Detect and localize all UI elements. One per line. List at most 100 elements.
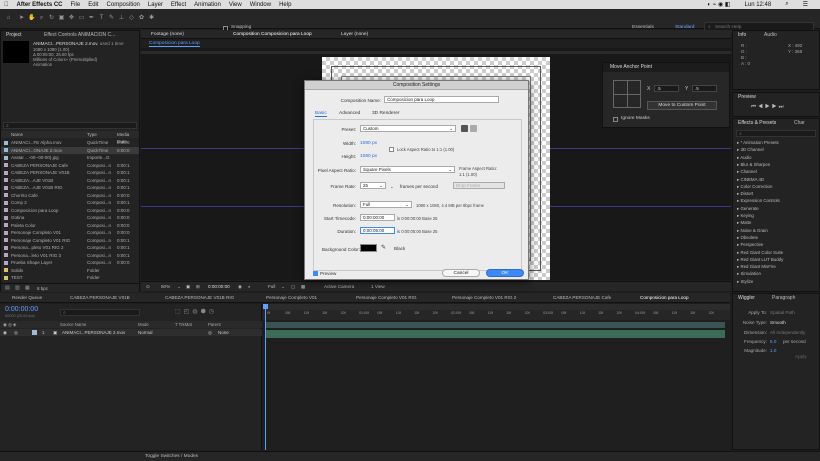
home-icon[interactable]: ⌂	[5, 15, 12, 22]
apply-to-value[interactable]: Spatial Path	[770, 310, 795, 315]
anchor-y-input[interactable]: .5	[692, 85, 717, 92]
layer-name[interactable]: ANIMACI...PERSONAJE 2.mov	[62, 329, 125, 336]
tab-info[interactable]: Info	[735, 31, 749, 39]
apple-icon[interactable]: 	[4, 2, 9, 8]
project-item[interactable]: CABEZA...AJE V01B RIG Composi...n 0:00:1	[1, 184, 139, 191]
time-ruler[interactable]: 0f 05f 10f 15f 20f 01:00f 05f 10f 15f 20f 02:00f 05…	[263, 310, 730, 320]
anchor-x-input[interactable]: .5	[654, 85, 679, 92]
tl-tab-7[interactable]: Composicion para Loop	[630, 293, 689, 302]
rotate-tool-icon[interactable]: ↻	[48, 15, 55, 22]
effects-category[interactable]: ▸ Simulation	[733, 271, 819, 277]
current-time-indicator[interactable]	[265, 304, 266, 450]
tab-effect-controls[interactable]: Effect Controls ANIMACION C...	[41, 31, 118, 39]
menu-animation[interactable]: Animation	[194, 2, 221, 8]
clone-stamp-tool-icon[interactable]: ⊥	[118, 15, 125, 22]
first-frame-icon[interactable]: ⏮	[751, 104, 758, 110]
bpc-label[interactable]: 8 bpc	[37, 286, 48, 291]
menu-view[interactable]: View	[229, 2, 242, 8]
fit-icon[interactable]: ▣	[186, 282, 190, 292]
project-item[interactable]: Persona...leto V01 RIG 3 Composi...n 0:00:…	[1, 252, 139, 259]
magnify-icon[interactable]: ⊙	[146, 282, 150, 292]
menu-list-icon[interactable]: ☰	[803, 1, 808, 8]
col-trkmat[interactable]: T TrkMat	[175, 321, 192, 328]
wiggler-apply-button[interactable]: Apply	[795, 354, 807, 359]
noise-type-value[interactable]: Smooth	[770, 320, 786, 325]
effects-category[interactable]: ▸ * Animation Presets	[733, 140, 819, 146]
channel-icon[interactable]: ◐	[248, 282, 251, 292]
menu-composition[interactable]: Composition	[107, 2, 140, 8]
tab-audio[interactable]: Audio	[761, 31, 780, 39]
effects-category[interactable]: ▸ Keying	[733, 213, 819, 219]
effects-category[interactable]: ▸ 3D Channel	[733, 147, 819, 153]
tab-footage[interactable]: Footage (none)	[147, 30, 188, 39]
camera-tool-icon[interactable]: ▣	[58, 15, 65, 22]
col-parent[interactable]: Parent	[208, 321, 221, 328]
delete-preset-icon[interactable]	[470, 125, 477, 132]
timeline-track-area[interactable]: 0f 05f 10f 15f 20f 01:00f 05f 10f 15f 20f 02:00f 05…	[263, 304, 730, 450]
prev-frame-icon[interactable]: ◀	[758, 104, 765, 110]
dimension-value[interactable]: All Independently	[770, 330, 805, 335]
frame-rate-select[interactable]: 25 ⌄	[360, 182, 386, 189]
effects-search-input[interactable]: ⌕	[736, 130, 816, 137]
project-item[interactable]: Composicion para Loop Composi...n 0:00:0	[1, 207, 139, 214]
pan-behind-tool-icon[interactable]: ✥	[68, 15, 75, 22]
viewer-timecode[interactable]: 0:00:00:00	[208, 282, 230, 292]
project-item[interactable]: ANIMACI...ONAJE 2.mov QuickTime 0:00:0	[1, 146, 139, 154]
lock-aspect-checkbox[interactable]	[389, 147, 394, 152]
cti-head[interactable]	[263, 304, 268, 309]
menu-layer[interactable]: Layer	[148, 2, 163, 8]
layer-track-bar[interactable]	[265, 330, 725, 338]
tab-wiggler[interactable]: Wiggler	[735, 294, 758, 302]
timeline-timecode[interactable]: 0:00:00:00	[5, 306, 38, 313]
effects-category[interactable]: ▸ Obsolete	[733, 235, 819, 241]
layer-label-color[interactable]	[32, 330, 37, 335]
project-item[interactable]: Persona...pleto V01 RIG 2 Composi...n 0:00…	[1, 244, 139, 251]
menu-effect[interactable]: Effect	[171, 2, 186, 8]
layer-duration-bar[interactable]	[265, 322, 725, 328]
tl-tab-1[interactable]: CABEZA PERSONAJE V01B	[60, 293, 130, 302]
project-item[interactable]: CABEZA PERSONAJE Cafe Composi...n 0:00:1	[1, 162, 139, 169]
tl-tab-6[interactable]: CABEZA PERSONAJE Cafe	[543, 293, 611, 302]
tl-tab-2[interactable]: CABEZA PERSONAJE V01B RIG	[155, 293, 234, 302]
effects-category[interactable]: ▸ Stylize	[733, 279, 819, 285]
transparency-grid-icon[interactable]: ▩	[301, 282, 305, 292]
effects-category[interactable]: ▸ Red Giant MisFire	[733, 264, 819, 270]
tab-3d-renderer[interactable]: 3D Renderer	[372, 111, 399, 116]
layer-mode[interactable]: Normal	[138, 329, 153, 336]
ok-button[interactable]: OK	[486, 269, 524, 277]
save-preset-icon[interactable]	[461, 125, 468, 132]
effects-category[interactable]: ▸ Matte	[733, 220, 819, 226]
preset-select[interactable]: Custom ⌄	[360, 125, 456, 132]
tl-tab-5[interactable]: Personaje Completo V01 RIG 2	[442, 293, 516, 302]
views-select[interactable]: 1 View	[371, 282, 385, 292]
effects-category[interactable]: ▸ Perspective	[733, 242, 819, 248]
tab-preview[interactable]: Preview	[735, 93, 759, 101]
move-custom-point-button[interactable]: Move to Custom Point	[647, 101, 717, 110]
type-tool-icon[interactable]: T	[98, 15, 105, 22]
pen-tool-icon[interactable]: ✒	[88, 15, 95, 22]
zoom-select[interactable]: 50%	[161, 282, 170, 292]
roto-brush-tool-icon[interactable]: ✿	[138, 15, 145, 22]
project-item[interactable]: Gotina Composi...n 0:00:0	[1, 214, 139, 221]
folder-icon[interactable]: ▥	[15, 285, 20, 291]
camera-select[interactable]: Active Camera	[324, 282, 354, 292]
frequency-value[interactable]: 5.0	[770, 339, 776, 344]
puppet-tool-icon[interactable]: ✱	[148, 15, 155, 22]
project-item[interactable]: Chorrito Cafe Composi...n 0:00:0	[1, 192, 139, 199]
project-item[interactable]: CABEZA PERSONAJE V01B Composi...n 0:00:1	[1, 169, 139, 176]
tab-composition[interactable]: Composition Composicion para Loop	[229, 30, 316, 39]
menu-edit[interactable]: Edit	[88, 2, 98, 8]
tab-advanced[interactable]: Advanced	[339, 111, 360, 116]
new-comp-icon[interactable]: ▦	[25, 285, 30, 291]
effects-category[interactable]: ▸ Color Correction	[733, 184, 819, 190]
eraser-tool-icon[interactable]: ◇	[128, 15, 135, 22]
effects-category[interactable]: ▸ Blur & Sharpen	[733, 162, 819, 168]
timeline-search-input[interactable]: ⌕	[60, 309, 140, 316]
layer-parent[interactable]: None	[218, 329, 229, 336]
magnitude-value[interactable]: 1.0	[770, 348, 776, 353]
comp-name-input[interactable]: Composicion para Loop	[384, 96, 499, 103]
effects-category[interactable]: ▸ Noise & Grain	[733, 228, 819, 234]
breadcrumb[interactable]: Composicion para Loop	[149, 41, 200, 47]
project-item[interactable]: Personaje Completo V01 RIG Composi...n 0:0…	[1, 237, 139, 244]
width-value[interactable]: 1080 px	[360, 141, 377, 146]
